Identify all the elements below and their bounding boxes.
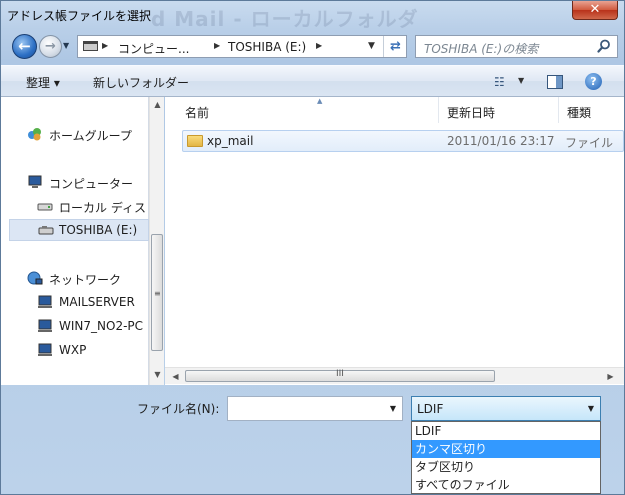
sidebar-item-label: ホームグループ: [49, 129, 132, 143]
chevron-right-icon[interactable]: ▶: [316, 41, 322, 50]
scroll-up-icon[interactable]: ▲: [150, 97, 165, 112]
scroll-left-icon[interactable]: ◀: [168, 368, 183, 385]
file-row-xp-mail[interactable]: xp_mail 2011/01/16 23:17 ファイル: [182, 130, 624, 152]
filetype-option-csv[interactable]: カンマ区切り: [412, 440, 600, 458]
sidebar-item-label: ネットワーク: [49, 273, 122, 287]
scrollbar-thumb[interactable]: ≡: [151, 234, 163, 351]
filetype-option-all[interactable]: すべてのファイル: [412, 476, 600, 494]
views-icon[interactable]: ☷: [494, 75, 505, 89]
computer-icon: [28, 175, 42, 188]
sidebar-item-label: WIN7_NO2-PC: [59, 319, 144, 333]
homegroup-icon: [28, 128, 41, 141]
column-header-date[interactable]: 更新日時: [439, 97, 559, 123]
sidebar-item-label: MAILSERVER: [59, 295, 135, 309]
network-computer-icon: [38, 343, 52, 356]
sort-ascending-icon: ▲: [317, 97, 323, 105]
scroll-right-icon[interactable]: ▶: [603, 368, 618, 385]
address-bar[interactable]: ▶ コンピュー... ▶ TOSHIBA (E:) ▶ ▼ ⇄: [77, 35, 407, 58]
command-bar: 整理 ▾ 新しいフォルダー ☷ ▼ ?: [1, 65, 624, 97]
file-dialog-window: d Mail - ローカルフォルダ アドレス帳ファイルを選択 ✕ ← → ▼ ▶…: [0, 0, 625, 495]
background-window-title: d Mail - ローカルフォルダ: [151, 7, 419, 31]
forward-button[interactable]: →: [39, 35, 62, 58]
filetype-select[interactable]: LDIF ▼: [411, 396, 601, 421]
chevron-right-icon[interactable]: ▶: [102, 41, 108, 50]
filename-input[interactable]: ▼: [227, 396, 403, 421]
preview-pane-icon[interactable]: [547, 75, 563, 89]
chevron-right-icon[interactable]: ▶: [214, 41, 220, 50]
file-name: xp_mail: [207, 134, 254, 148]
column-header-type[interactable]: 種類: [559, 97, 624, 123]
back-button[interactable]: ←: [12, 34, 37, 59]
filetype-dropdown-list: LDIF カンマ区切り タブ区切り すべてのファイル: [411, 421, 601, 494]
sidebar-item-toshiba[interactable]: TOSHIBA (E:): [9, 219, 149, 241]
search-box[interactable]: TOSHIBA (E:)の検索: [415, 35, 618, 58]
grip-icon: ≡: [154, 289, 161, 298]
sidebar-item-computer[interactable]: コンピューター: [27, 173, 147, 193]
file-list-horizontal-scrollbar[interactable]: ◀ III ▶: [165, 367, 624, 384]
navigation-scrollbar[interactable]: ▲ ≡ ▼: [149, 97, 164, 385]
views-dropdown-icon[interactable]: ▼: [518, 76, 524, 85]
chevron-down-icon[interactable]: ▼: [588, 404, 594, 413]
usb-drive-icon: [38, 226, 54, 235]
recent-pages-dropdown-icon[interactable]: ▼: [63, 41, 73, 51]
filetype-selected-value: LDIF: [417, 402, 444, 416]
network-computer-icon: [38, 319, 52, 332]
sidebar-item-local-disk[interactable]: ローカル ディス: [37, 197, 149, 217]
column-header-name[interactable]: 名前 ▲: [177, 97, 439, 123]
navigation-pane: ホームグループ コンピューター ローカル ディス TOSHIBA (E:) ネッ: [1, 97, 149, 385]
breadcrumb-computer[interactable]: コンピュー...: [118, 40, 189, 57]
refresh-button[interactable]: ⇄: [383, 36, 407, 57]
breadcrumb-toshiba[interactable]: TOSHIBA (E:): [228, 40, 306, 54]
file-list: 名前 ▲ 更新日時 種類 xp_mail 2011/01/16 23:17 ファ…: [165, 97, 624, 385]
grip-icon: III: [336, 369, 344, 379]
sidebar-item-win7-pc[interactable]: WIN7_NO2-PC: [37, 317, 149, 337]
dialog-title: アドレス帳ファイルを選択: [7, 9, 152, 23]
sidebar-item-label: ローカル ディス: [59, 201, 146, 215]
drive-icon: [83, 41, 98, 51]
network-icon: [27, 271, 43, 285]
new-folder-button[interactable]: 新しいフォルダー: [93, 74, 189, 91]
close-icon: ✕: [589, 2, 601, 17]
sidebar-item-label: コンピューター: [49, 177, 134, 191]
folder-icon: [187, 135, 203, 147]
sidebar-item-label: TOSHIBA (E:): [59, 223, 138, 237]
organize-button[interactable]: 整理 ▾: [26, 74, 60, 91]
search-icon[interactable]: [597, 39, 611, 53]
filetype-option-ldif[interactable]: LDIF: [412, 422, 600, 440]
sidebar-item-homegroup[interactable]: ホームグループ: [27, 125, 147, 145]
file-type: ファイル: [565, 136, 614, 150]
sidebar-item-wxp[interactable]: WXP: [37, 341, 149, 361]
network-computer-icon: [38, 295, 52, 308]
filename-label: ファイル名(N):: [137, 402, 220, 416]
address-history-dropdown-icon[interactable]: ▼: [368, 41, 375, 51]
search-placeholder: TOSHIBA (E:)の検索: [424, 42, 539, 56]
help-icon[interactable]: ?: [585, 73, 602, 90]
sidebar-item-label: WXP: [59, 343, 87, 357]
scrollbar-thumb[interactable]: III: [185, 369, 495, 382]
sidebar-item-mailserver[interactable]: MAILSERVER: [37, 293, 149, 313]
close-button[interactable]: ✕: [572, 1, 618, 20]
sidebar-item-network[interactable]: ネットワーク: [27, 269, 147, 289]
chevron-down-icon[interactable]: ▼: [390, 404, 396, 413]
filetype-option-tsv[interactable]: タブ区切り: [412, 458, 600, 476]
title-bar: d Mail - ローカルフォルダ アドレス帳ファイルを選択 ✕: [1, 1, 624, 31]
scroll-down-icon[interactable]: ▼: [150, 367, 165, 382]
drive-icon: [37, 203, 53, 211]
file-modified: 2011/01/16 23:17: [447, 134, 555, 148]
